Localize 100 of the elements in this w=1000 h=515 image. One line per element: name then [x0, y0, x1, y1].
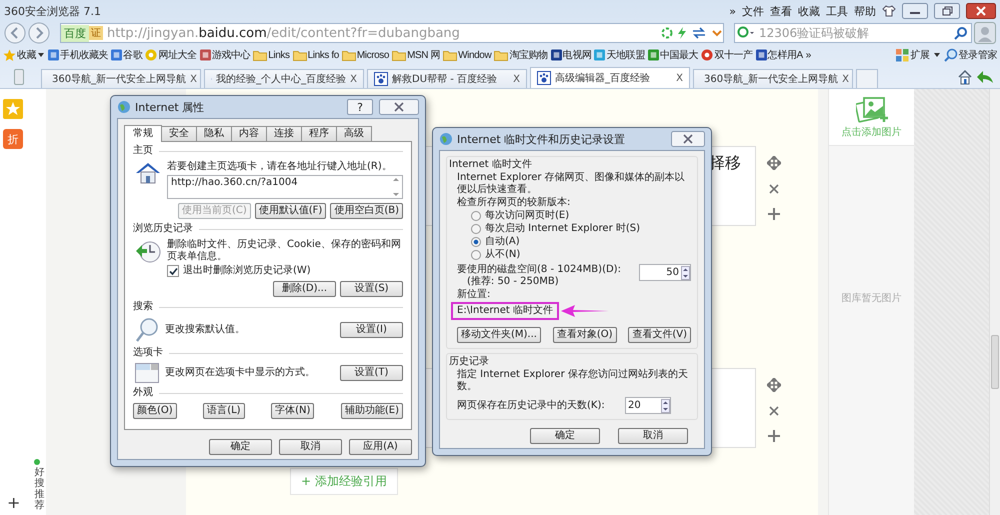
bookmark-item[interactable]: Microso [342, 50, 390, 60]
browser-tab[interactable]: 高级编辑器_百度经验 X [530, 67, 690, 88]
scrollbar-thumb[interactable] [991, 335, 999, 389]
undo-arrow-icon[interactable] [976, 70, 994, 84]
delete-icon[interactable] [769, 406, 779, 416]
close-icon[interactable] [671, 131, 705, 147]
dialog-button[interactable]: 确定 [209, 439, 272, 455]
bookmark-item[interactable]: MSN 网 [392, 48, 440, 62]
radio-button[interactable] [471, 211, 481, 221]
dialog-button[interactable]: 使用默认值(F) [254, 203, 326, 219]
close-icon[interactable] [379, 99, 419, 115]
search-icon[interactable] [954, 26, 968, 40]
bookmark-item[interactable]: 淘宝购物 [494, 48, 548, 62]
dialog-button[interactable]: 移动文件夹(M)... [457, 327, 541, 343]
menu-item[interactable]: 工具 [826, 4, 848, 18]
spin-arrows-icon[interactable] [681, 266, 690, 280]
dialog-button[interactable]: 确定 [530, 428, 600, 444]
bookmark-item[interactable]: 天地联盟 [594, 48, 645, 62]
dialog-button[interactable]: 字体(N) [271, 403, 314, 419]
browser-tab[interactable]: 解救DU帮帮 - 百度经验 X [367, 69, 527, 88]
add-button[interactable]: + [7, 495, 20, 511]
checkbox-box[interactable] [167, 265, 179, 277]
shirt-icon[interactable] [882, 5, 896, 17]
browser-tab[interactable]: 我的经验_个人中心_百度经验 X [204, 69, 364, 88]
bookmark-item[interactable]: 谷歌 [111, 48, 142, 62]
menu-item[interactable]: » [729, 4, 736, 18]
bookmark-item[interactable]: Links [253, 50, 290, 60]
dialog-tab[interactable]: 安全 [161, 126, 197, 141]
add-icon[interactable] [768, 208, 780, 220]
radio-button[interactable] [471, 237, 481, 247]
tab-close-button[interactable]: X [676, 72, 683, 84]
dialog-button[interactable]: 查看文件(V) [628, 327, 691, 343]
home-page-field[interactable]: http://hao.360.cn/?a1004 [167, 175, 403, 199]
bookmark-item[interactable]: 游戏中心 [200, 48, 250, 62]
bookmark-item[interactable]: 双十一产 [701, 48, 753, 62]
checkbox[interactable]: 退出时删除浏览历史记录(W) [167, 265, 403, 277]
menu-item[interactable]: 查看 [770, 4, 792, 18]
dialog-button[interactable]: 辅助功能(E) [340, 403, 403, 419]
tab-close-button[interactable]: X [350, 74, 357, 84]
dialog-tab[interactable]: 程序 [301, 126, 337, 141]
radio-option[interactable]: 每次启动 Internet Explorer 时(S) [457, 223, 691, 235]
browser-tab[interactable]: 360导航_新一代安全上网导航 X [41, 69, 201, 88]
dialog-tab[interactable]: 连接 [266, 126, 302, 141]
dialog-button[interactable]: 取消 [279, 439, 342, 455]
bookmark-item[interactable]: Links fo [292, 50, 339, 60]
radio-option[interactable]: 每次访问网页时(E) [457, 210, 691, 222]
search-engine-icon[interactable] [737, 26, 757, 40]
bookmark-item[interactable]: 电视网 [550, 48, 592, 62]
bookmark-item[interactable]: 收藏 [3, 48, 46, 62]
scroll-arrows-icon[interactable] [393, 177, 399, 197]
browser-tab[interactable]: 360导航_新一代安全上网导航 X [693, 69, 853, 88]
dialog-button[interactable]: 取消 [618, 428, 688, 444]
dialog-button[interactable]: 设置(S) [340, 281, 403, 297]
dialog-button[interactable]: 删除(D)... [273, 281, 336, 297]
bookmark-item[interactable]: 网址大全 [145, 48, 197, 62]
back-icon[interactable] [4, 22, 26, 44]
radio-button[interactable] [471, 224, 481, 234]
help-button[interactable]: ? [347, 99, 373, 115]
tab-close-button[interactable]: X [190, 74, 197, 84]
more-bookmarks-button[interactable]: » [806, 50, 811, 60]
lightning-icon[interactable] [677, 27, 687, 39]
dialog-button[interactable]: 查看对象(O) [552, 327, 616, 343]
bookmark-item[interactable]: 手机收藏夹 [48, 48, 108, 62]
radio-option[interactable]: 自动(A) [457, 236, 691, 248]
menu-item[interactable]: 收藏 [798, 4, 820, 18]
caret-icon[interactable] [37, 52, 46, 58]
login-manager-button[interactable]: 登录管家 [944, 48, 997, 62]
delete-icon[interactable] [769, 184, 779, 194]
caret-icon[interactable] [932, 52, 941, 58]
radio-option[interactable]: 从不(N) [457, 249, 691, 261]
spin-arrows-icon[interactable] [661, 398, 670, 412]
dialog-tab[interactable]: 高级 [336, 126, 372, 141]
dialog-button[interactable]: 使用空白页(B) [330, 203, 403, 219]
close-icon[interactable] [966, 3, 996, 19]
add-icon[interactable] [768, 430, 780, 442]
home-icon[interactable] [957, 69, 973, 85]
menu-item[interactable]: 文件 [742, 4, 764, 18]
forward-icon[interactable] [28, 22, 50, 44]
spinner-field[interactable]: 20 [625, 397, 671, 414]
spinner-field[interactable]: 50 [639, 264, 691, 281]
search-field[interactable]: 12306验证码被破解 [734, 23, 972, 43]
extensions-button[interactable]: 扩展 [896, 48, 930, 62]
tab-close-button[interactable]: X [513, 74, 520, 84]
menu-item[interactable]: 帮助 [854, 4, 876, 18]
chevron-down-icon[interactable] [711, 28, 723, 38]
radio-button[interactable] [471, 250, 481, 260]
restore-icon[interactable] [934, 3, 960, 19]
dialog-tab[interactable]: 内容 [231, 126, 267, 141]
bookmark-item[interactable]: 怎样用A [756, 48, 803, 62]
dialog-button[interactable]: 应用(A) [349, 439, 412, 455]
dialog-button[interactable]: 语言(L) [203, 403, 245, 419]
address-bar[interactable]: 百度 证 http://jingyan.baidu.com/edit/content?fr=dubangbang [60, 23, 724, 43]
minimize-icon[interactable] [902, 3, 928, 19]
tab-close-button[interactable]: X [842, 74, 849, 84]
dialog-tab[interactable]: 常规 [124, 125, 162, 142]
recommend-label[interactable]: 好搜推荐 [34, 467, 44, 511]
dialog-button[interactable]: 颜色(O) [133, 403, 177, 419]
dialog-button[interactable]: 设置(T) [340, 365, 403, 381]
bookmark-item[interactable]: 中国最大 [648, 48, 698, 62]
dialog-tab[interactable]: 隐私 [196, 126, 232, 141]
